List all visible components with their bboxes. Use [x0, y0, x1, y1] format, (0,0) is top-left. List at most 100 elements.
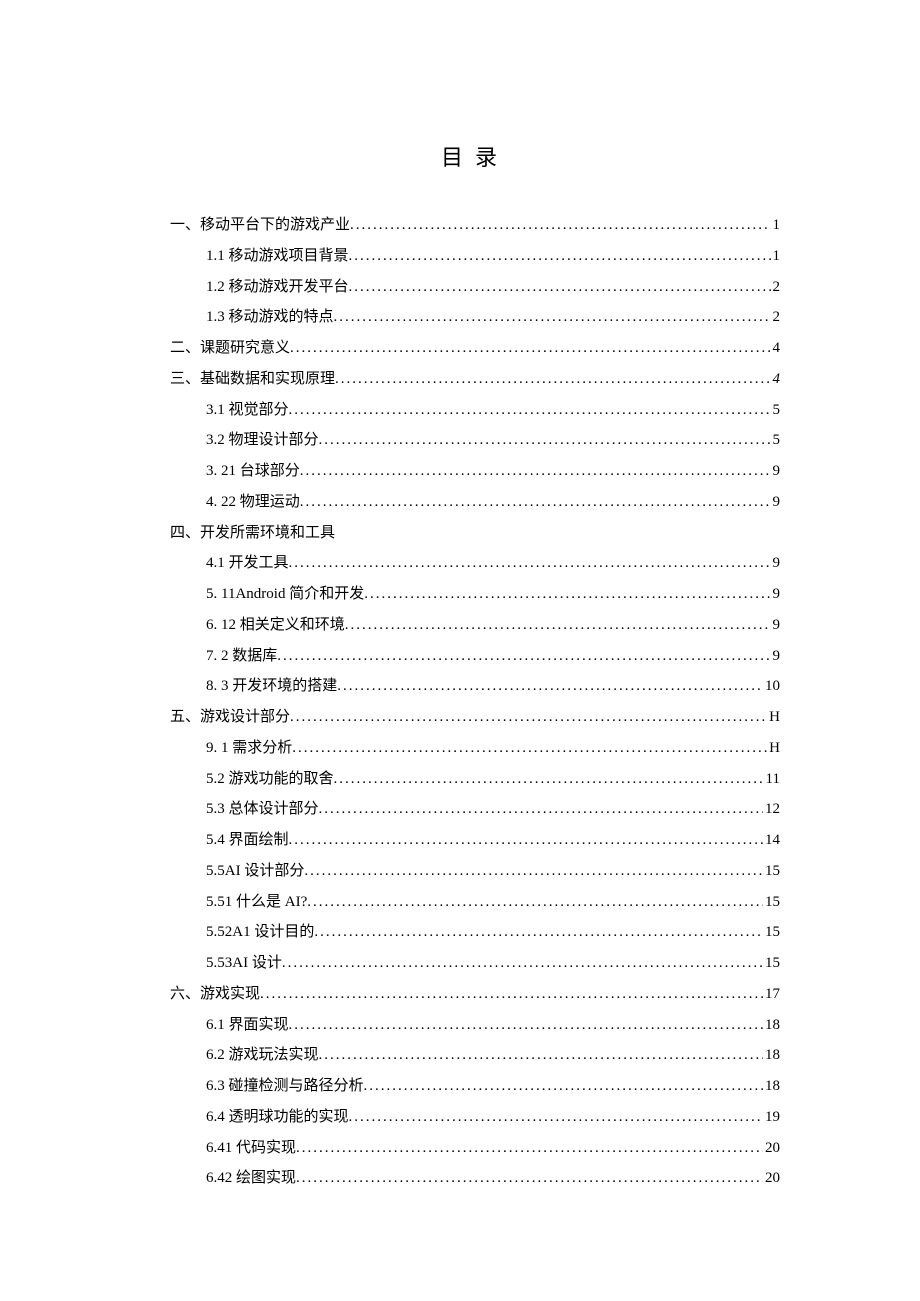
toc-entry-label: 6. 12 相关定义和环境 [206, 610, 345, 641]
toc-entry: 5.53AI 设计 15 [170, 948, 780, 979]
toc-entry-page: 18 [763, 1071, 780, 1102]
toc-entry-label: 5.51 什么是 AI? [206, 887, 307, 918]
toc-entry-page: 20 [763, 1163, 780, 1194]
toc-leader-dots [290, 333, 770, 364]
toc-entry: 六、游戏实现17 [170, 979, 780, 1010]
toc-entry-page: 15 [763, 948, 780, 979]
toc-entry-page: 1 [771, 210, 781, 241]
toc-entry-page: 14 [763, 825, 780, 856]
toc-entry: 3.1 视觉部分 5 [170, 395, 780, 426]
toc-leader-dots [337, 671, 763, 702]
toc-entry-label: 1.2 移动游戏开发平台 [206, 272, 349, 303]
toc-entry-page: 2 [771, 272, 781, 303]
toc-leader-dots [307, 887, 763, 918]
toc-leader-dots [349, 272, 771, 303]
toc-entry-page: 9 [771, 456, 781, 487]
toc-leader-dots [314, 917, 763, 948]
toc-leader-dots [290, 702, 767, 733]
toc-leader-dots [350, 210, 770, 241]
toc-leader-dots [300, 487, 771, 518]
toc-entry-label: 6.2 游戏玩法实现 [206, 1040, 319, 1071]
toc-entry: 6. 12 相关定义和环境 9 [170, 610, 780, 641]
toc-entry: 5. 11Android 简介和开发 9 [170, 579, 780, 610]
toc-leader-dots [319, 425, 771, 456]
toc-entry: 一、移动平台下的游戏产业 1 [170, 210, 780, 241]
toc-entry: 9. 1 需求分析H [170, 733, 780, 764]
toc-entry: 5.51 什么是 AI? 15 [170, 887, 780, 918]
toc-leader-dots [345, 610, 771, 641]
toc-entry-label: 一、移动平台下的游戏产业 [170, 210, 350, 241]
toc-leader-dots [292, 733, 767, 764]
toc-entry: 8. 3 开发环境的搭建 10 [170, 671, 780, 702]
toc-entry-page: H [767, 702, 780, 733]
toc-entry-label: 6.4 透明球功能的实现 [206, 1102, 349, 1133]
toc-entry-page: 9 [771, 487, 781, 518]
toc-entry-label: 3.2 物理设计部分 [206, 425, 319, 456]
toc-leader-dots [260, 979, 763, 1010]
toc-entry: 5.52A1 设计目的 15 [170, 917, 780, 948]
toc-entry-page: 15 [763, 917, 780, 948]
toc-entry: 5.3 总体设计部分 12 [170, 794, 780, 825]
toc-leader-dots [364, 579, 770, 610]
toc-entry: 1.1 移动游戏项目背景1 [170, 241, 780, 272]
toc-entry: 3.2 物理设计部分 5 [170, 425, 780, 456]
toc-leader-dots [289, 1010, 763, 1041]
toc-entry-label: 5.2 游戏功能的取舍 [206, 764, 334, 795]
toc-entry-page: 4 [771, 333, 781, 364]
toc-entry-label: 二、课题研究意义 [170, 333, 290, 364]
toc-leader-dots [300, 456, 771, 487]
toc-entry-label: 5.5AI 设计部分 [206, 856, 304, 887]
toc-entry-page: 19 [763, 1102, 780, 1133]
toc-entry-label: 7. 2 数据库 [206, 641, 277, 672]
toc-entry-page: 10 [763, 671, 780, 702]
toc-entry-page: 15 [763, 887, 780, 918]
document-page: 目录 一、移动平台下的游戏产业11.1 移动游戏项目背景11.2 移动游戏开发平… [0, 0, 920, 1301]
toc-leader-dots [349, 1102, 763, 1133]
toc-entry-page: 5 [771, 395, 781, 426]
toc-entry: 6.42 绘图实现 20 [170, 1163, 780, 1194]
toc-entry: 7. 2 数据库 9 [170, 641, 780, 672]
toc-entry-label: 5.4 界面绘制 [206, 825, 289, 856]
toc-entry: 5.2 游戏功能的取舍 11 [170, 764, 780, 795]
toc-leader-dots [334, 764, 764, 795]
toc-entry-label: 五、游戏设计部分 [170, 702, 290, 733]
toc-leader-dots [296, 1163, 763, 1194]
toc-leader-dots [334, 302, 771, 333]
toc-entry-page: 1 [771, 241, 781, 272]
toc-entry: 4. 22 物理运动9 [170, 487, 780, 518]
toc-leader-dots [335, 364, 770, 395]
toc-entry-label: 6.3 碰撞检测与路径分析 [206, 1071, 364, 1102]
toc-entry: 1.3 移动游戏的特点2 [170, 302, 780, 333]
toc-entry: 4.1 开发工具9 [170, 548, 780, 579]
toc-entry-page: 18 [763, 1010, 780, 1041]
toc-entry-page: 5 [771, 425, 781, 456]
toc-entry-page: 20 [763, 1133, 780, 1164]
toc-entry: 1.2 移动游戏开发平台 2 [170, 272, 780, 303]
toc-entry-label: 8. 3 开发环境的搭建 [206, 671, 337, 702]
toc-entry-label: 四、开发所需环境和工具 [170, 518, 335, 549]
toc-leader-dots [282, 948, 763, 979]
toc-entry-label: 三、基础数据和实现原理 [170, 364, 335, 395]
toc-entry: 四、开发所需环境和工具 [170, 518, 780, 549]
toc-entry: 五、游戏设计部分 H [170, 702, 780, 733]
toc-entry: 6.3 碰撞检测与路径分析 18 [170, 1071, 780, 1102]
toc-entry-page: 18 [763, 1040, 780, 1071]
toc-entry-page: 17 [763, 979, 780, 1010]
toc-leader-dots [364, 1071, 763, 1102]
toc-entry-label: 4.1 开发工具 [206, 548, 289, 579]
toc-entry: 6.2 游戏玩法实现 18 [170, 1040, 780, 1071]
toc-entry-page: 12 [763, 794, 780, 825]
toc-entry-label: 5. 11Android 简介和开发 [206, 579, 364, 610]
toc-entry: 二、课题研究意义 4 [170, 333, 780, 364]
toc-entry-label: 5.3 总体设计部分 [206, 794, 319, 825]
toc-entry-label: 3.1 视觉部分 [206, 395, 289, 426]
toc-entry-page: 9 [771, 610, 781, 641]
toc-entry-page: 11 [764, 764, 780, 795]
toc-leader-dots [349, 241, 771, 272]
toc-entry-page: 9 [771, 641, 781, 672]
toc-entry: 三、基础数据和实现原理 4 [170, 364, 780, 395]
toc-entry-page: 4 [771, 364, 781, 395]
toc-entry-page: 15 [763, 856, 780, 887]
toc-entry-page: 9 [771, 579, 781, 610]
toc-list: 一、移动平台下的游戏产业11.1 移动游戏项目背景11.2 移动游戏开发平台21… [170, 210, 780, 1194]
